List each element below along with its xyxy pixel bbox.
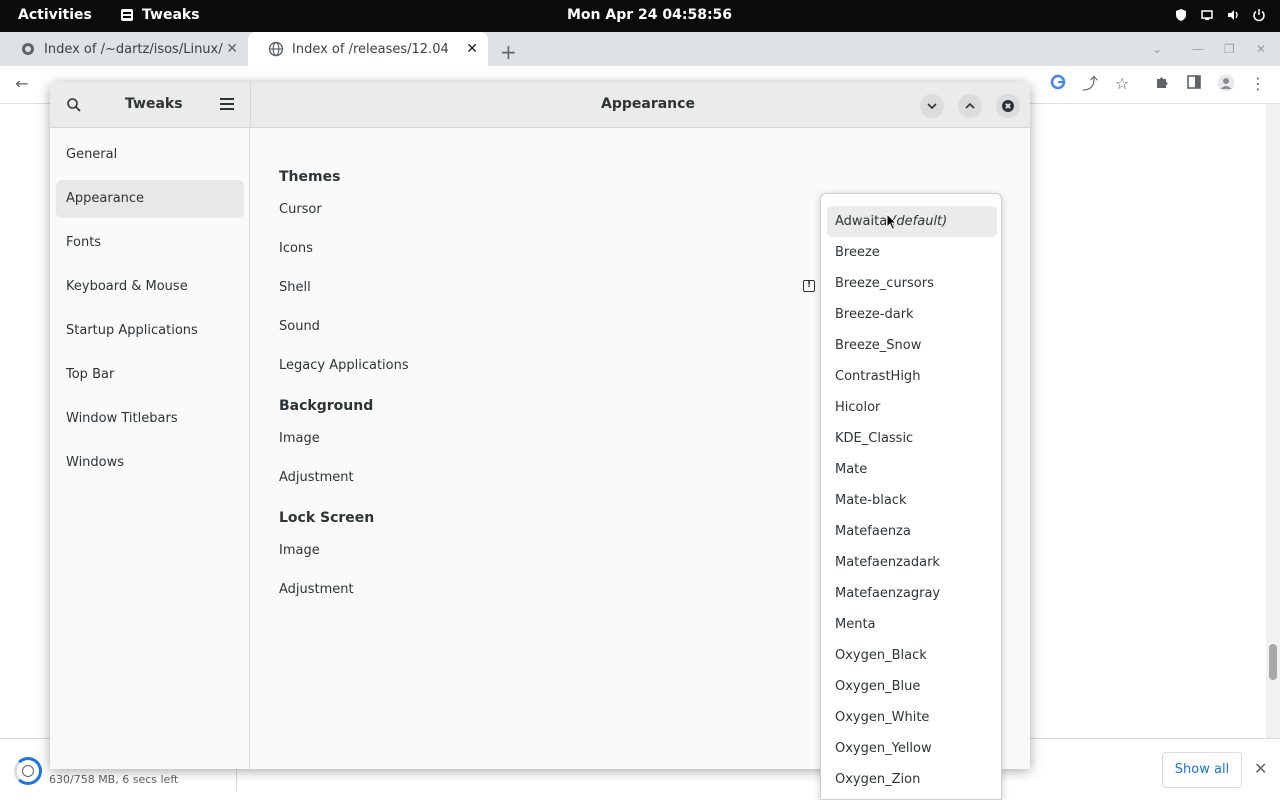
app-menu-label: Tweaks xyxy=(142,7,200,23)
sidebar-item-fonts[interactable]: Fonts xyxy=(56,224,244,262)
row-label-cursor: Cursor xyxy=(279,202,322,217)
system-tray[interactable] xyxy=(1174,8,1266,22)
section-title-themes: Themes xyxy=(279,169,341,185)
show-all-button[interactable]: Show all xyxy=(1162,752,1242,788)
tweaks-sidebar: General Appearance Fonts Keyboard & Mous… xyxy=(50,128,250,769)
download-status: 630/758 MB, 6 secs left xyxy=(49,773,179,786)
sidebar-item-appearance[interactable]: Appearance xyxy=(56,180,244,218)
profile-avatar[interactable] xyxy=(1216,74,1236,94)
dropdown-option[interactable]: Matefaenzagray xyxy=(827,578,997,609)
tweaks-headerbar: Tweaks Appearance xyxy=(50,82,1030,128)
option-label: Adwaita xyxy=(835,214,888,229)
more-menu-icon[interactable]: ⋮ xyxy=(1248,74,1268,94)
tweaks-app-icon xyxy=(121,9,133,21)
sidebar-item-window-titlebars[interactable]: Window Titlebars xyxy=(56,400,244,438)
mouse-pointer-icon xyxy=(886,213,898,231)
row-label-shell: Shell xyxy=(279,280,311,295)
activities-button[interactable]: Activities xyxy=(18,7,92,23)
close-tab-icon[interactable]: ✕ xyxy=(466,41,478,57)
dropdown-option[interactable]: KDE_Classic xyxy=(827,423,997,454)
download-progress-icon[interactable] xyxy=(14,757,42,785)
sidebar-item-top-bar[interactable]: Top Bar xyxy=(56,356,244,394)
dropdown-option[interactable]: Menta xyxy=(827,609,997,640)
row-label-lock-image: Image xyxy=(279,543,320,558)
row-label-legacy-applications: Legacy Applications xyxy=(279,358,409,373)
close-button[interactable] xyxy=(996,94,1020,118)
tab-title: Index of /~dartz/isos/Linux/ xyxy=(44,41,223,57)
minimize-button[interactable]: — xyxy=(1192,42,1204,56)
shield-icon xyxy=(1176,9,1186,21)
back-arrow-icon[interactable]: ← xyxy=(12,74,32,94)
close-download-bar-icon[interactable]: ✕ xyxy=(1254,759,1267,778)
dropdown-option[interactable]: Breeze_Snow xyxy=(827,330,997,361)
dropdown-option[interactable]: Mate xyxy=(827,454,997,485)
close-tab-icon[interactable]: ✕ xyxy=(226,41,238,57)
clock[interactable]: Mon Apr 24 04:58:56 xyxy=(567,7,732,23)
row-label-sound: Sound xyxy=(279,319,320,334)
dropdown-option[interactable]: Matefaenzadark xyxy=(827,547,997,578)
sidebar-item-general[interactable]: General xyxy=(56,136,244,174)
section-title-background: Background xyxy=(279,398,374,414)
browser-tab[interactable]: Index of /~dartz/isos/Linux/ ✕ xyxy=(0,32,248,66)
sidebar-item-startup-applications[interactable]: Startup Applications xyxy=(56,312,244,350)
row-label-background-image: Image xyxy=(279,431,320,446)
minimize-button[interactable] xyxy=(920,94,944,118)
maximize-button[interactable]: ❐ xyxy=(1224,42,1235,56)
dropdown-option[interactable]: Oxygen_Black xyxy=(827,640,997,671)
maximize-button[interactable] xyxy=(958,94,982,118)
dropdown-option[interactable]: Oxygen_Blue xyxy=(827,671,997,702)
section-title-lock-screen: Lock Screen xyxy=(279,510,375,526)
google-icon[interactable] xyxy=(1048,74,1068,94)
dropdown-option[interactable]: Oxygen_Yellow xyxy=(827,733,997,764)
share-icon[interactable]: ⤴ xyxy=(1080,74,1100,94)
dropdown-option[interactable]: Breeze-dark xyxy=(827,299,997,330)
dropdown-option[interactable]: Oxygen_Zion xyxy=(827,764,997,795)
dropdown-option[interactable]: Matefaenza xyxy=(827,516,997,547)
row-label-lock-adjustment: Adjustment xyxy=(279,582,354,597)
hamburger-menu-icon[interactable] xyxy=(220,98,234,110)
search-icon[interactable] xyxy=(66,97,82,113)
header-separator xyxy=(250,82,251,128)
option-default-tag: (default) xyxy=(891,214,948,229)
tab-title: Index of /releases/12.04 xyxy=(292,41,449,57)
browser-tab-strip: Index of /~dartz/isos/Linux/ ✕ Index of … xyxy=(0,32,1280,66)
sidebar-item-windows[interactable]: Windows xyxy=(56,444,244,482)
gnome-top-bar: Activities Tweaks Mon Apr 24 04:58:56 xyxy=(0,0,1280,32)
dropdown-option[interactable]: Mate-black xyxy=(827,485,997,516)
extensions-puzzle-icon[interactable] xyxy=(1152,74,1172,94)
scrollbar-thumb[interactable] xyxy=(1269,644,1277,680)
cursor-theme-dropdown: Adwaita (default) Breeze Breeze_cursors … xyxy=(820,193,1002,800)
browser-tab[interactable]: Index of /releases/12.04 ✕ xyxy=(248,32,488,66)
dropdown-option[interactable]: Breeze xyxy=(827,237,997,268)
new-tab-button[interactable]: + xyxy=(500,40,517,64)
sidebar-item-keyboard-mouse[interactable]: Keyboard & Mouse xyxy=(56,268,244,306)
bookmark-star-icon[interactable]: ☆ xyxy=(1112,74,1132,94)
globe-icon xyxy=(268,41,284,57)
dropdown-option[interactable]: Oxygen_White xyxy=(827,702,997,733)
volume-icon xyxy=(1228,10,1238,20)
power-icon xyxy=(1253,9,1265,22)
row-label-background-adjustment: Adjustment xyxy=(279,470,354,485)
side-panel-icon[interactable] xyxy=(1184,74,1204,94)
tab-search-chevron-icon[interactable]: ⌄ xyxy=(1152,42,1162,56)
app-menu[interactable]: Tweaks xyxy=(120,7,200,23)
network-icon xyxy=(1201,10,1213,20)
page-title: Appearance xyxy=(601,96,695,112)
close-window-button[interactable]: ✕ xyxy=(1256,42,1266,56)
dropdown-option[interactable]: ContrastHigh xyxy=(827,361,997,392)
site-favicon-icon xyxy=(22,43,34,55)
app-title: Tweaks xyxy=(125,96,183,112)
page-scrollbar[interactable] xyxy=(1266,104,1280,738)
dropdown-option[interactable]: Breeze_cursors xyxy=(827,268,997,299)
warning-icon: ! xyxy=(803,280,815,292)
dropdown-option-adwaita[interactable]: Adwaita (default) xyxy=(827,206,997,237)
dropdown-option[interactable]: Hicolor xyxy=(827,392,997,423)
row-label-icons: Icons xyxy=(279,241,313,256)
